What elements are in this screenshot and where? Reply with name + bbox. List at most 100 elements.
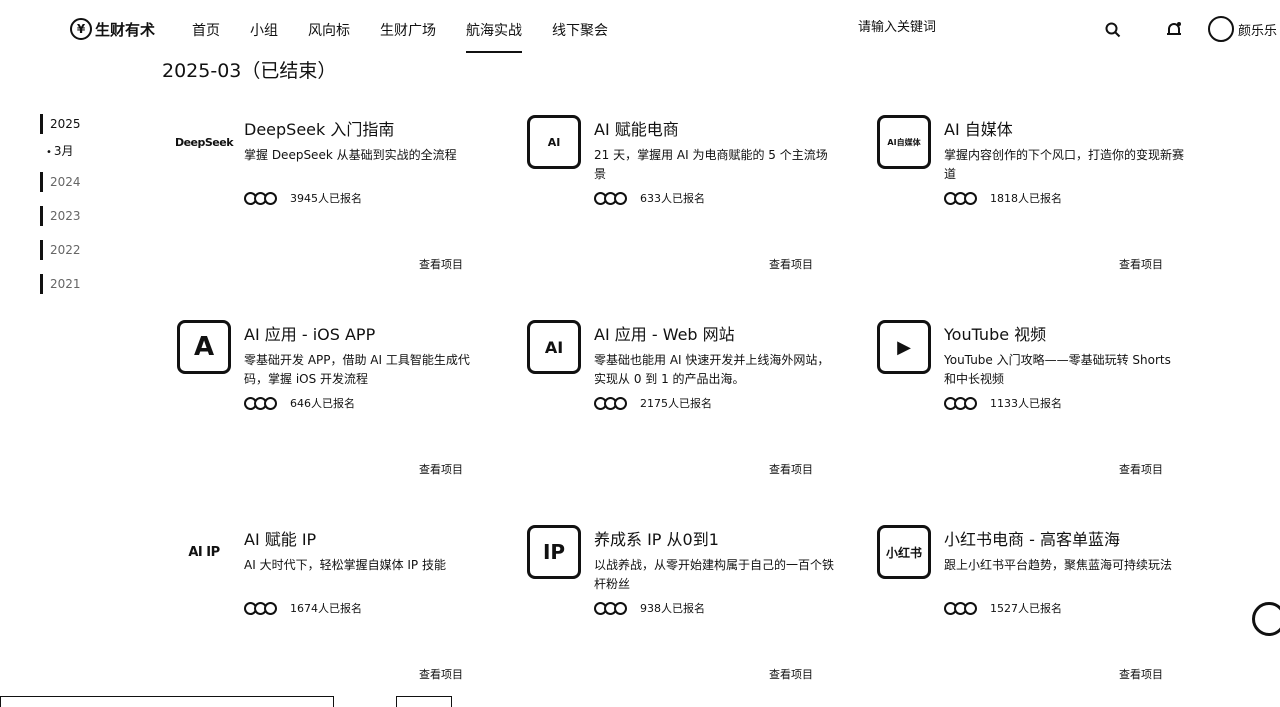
avatar-group [244,601,277,615]
signup-count: 1674人已报名 [290,602,362,615]
card-desc: YouTube 入门攻略——零基础玩转 Shorts 和中长视频 [944,353,1171,386]
view-project-link[interactable]: 查看项目 [1119,256,1163,272]
card-stats: 2175人已报名 [594,395,712,411]
project-card[interactable]: AI IP AI 赋能 IP AI 大时代下，轻松掌握自媒体 IP 技能 167… [170,518,470,688]
view-project-link[interactable]: 查看项目 [769,666,813,682]
bell-icon[interactable] [1163,19,1185,41]
avatar-group [594,601,627,615]
avatar-group [244,191,277,205]
card-title: 养成系 IP 从0到1 [594,530,719,549]
avatar-group [594,191,627,205]
taskbar-item[interactable] [396,696,452,707]
view-project-link[interactable]: 查看项目 [1119,666,1163,682]
view-project-link[interactable]: 查看项目 [769,461,813,477]
nav-link-home[interactable]: 首页 [192,20,220,40]
year-item-2023[interactable]: 2023 [40,206,120,226]
taskbar-item[interactable] [0,696,334,707]
project-card[interactable]: 小红书 小红书电商 - 高客单蓝海 跟上小红书平台趋势，聚焦蓝海可持续玩法 15… [870,518,1172,688]
nav-link-meetup[interactable]: 线下聚会 [552,20,608,40]
top-nav: ¥ 生财有术 首页 小组 风向标 生财广场 航海实战 线下聚会 颜乐乐 [0,0,1280,60]
year-sidebar: 2025 3月 2024 2023 2022 2021 [40,114,120,308]
avatar-group [244,396,277,410]
user-menu[interactable]: 颜乐乐 [1208,16,1277,42]
page-title: 2025-03（已结束） [162,60,337,82]
card-stats: 1818人已报名 [944,190,1062,206]
logo[interactable]: ¥ 生财有术 [70,18,155,40]
view-project-link[interactable]: 查看项目 [419,461,463,477]
card-stats: 646人已报名 [244,395,355,411]
xiaohongshu-icon: 小红书 [876,524,932,580]
app-store-icon: A [176,319,232,375]
search-icon[interactable] [1102,19,1124,41]
signup-count: 3945人已报名 [290,192,362,205]
card-stats: 633人已报名 [594,190,705,206]
project-card[interactable]: AI AI 赋能电商 21 天，掌握用 AI 为电商赋能的 5 个主流场景 63… [520,108,828,278]
card-desc: 跟上小红书平台趋势，聚焦蓝海可持续玩法 [944,558,1173,572]
card-desc: 零基础开发 APP，借助 AI 工具智能生成代码，掌握 iOS 开发流程 [244,353,470,386]
card-desc: 以战养战，从零开始建构属于自己的一百个铁杆粉丝 [594,558,835,591]
view-project-link[interactable]: 查看项目 [419,666,463,682]
avatar-group [944,601,977,615]
signup-count: 2175人已报名 [640,397,712,410]
card-desc: 掌握 DeepSeek 从基础到实战的全流程 [244,148,457,162]
user-name: 颜乐乐 [1238,23,1278,39]
nav-link-voyage[interactable]: 航海实战 [466,20,522,53]
ip-icon: IP [526,524,582,580]
card-title: AI 赋能电商 [594,120,679,139]
card-title: AI 应用 - Web 网站 [594,325,735,344]
avatar-group [944,396,977,410]
avatar-group [594,396,627,410]
deepseek-logo-icon: DeepSeek [174,135,234,149]
card-stats: 1527人已报名 [944,600,1062,616]
card-desc: 掌握内容创作的下个风口，打造你的变现新赛道 [944,148,1185,181]
year-item-2024[interactable]: 2024 [40,172,120,192]
card-desc: 零基础也能用 AI 快速开发并上线海外网站，实现从 0 到 1 的产品出海。 [594,353,830,386]
month-item-3[interactable]: 3月 [40,142,120,160]
view-project-link[interactable]: 查看项目 [1119,461,1163,477]
signup-count: 1133人已报名 [990,397,1062,410]
signup-count: 1818人已报名 [990,192,1062,205]
view-project-link[interactable]: 查看项目 [769,256,813,272]
avatar [1208,16,1234,42]
project-card[interactable]: A AI 应用 - iOS APP 零基础开发 APP，借助 AI 工具智能生成… [170,313,470,483]
signup-count: 1527人已报名 [990,602,1062,615]
card-title: DeepSeek 入门指南 [244,120,395,139]
logo-text: 生财有术 [95,20,156,39]
card-title: AI 自媒体 [944,120,1013,139]
view-project-link[interactable]: 查看项目 [419,256,463,272]
card-title: AI 应用 - iOS APP [244,325,376,344]
nav-link-groups[interactable]: 小组 [250,20,278,40]
card-stats: 1133人已报名 [944,395,1062,411]
ai-ip-icon: AI IP [188,544,220,560]
web-icon: AI [526,319,582,375]
card-desc: 21 天，掌握用 AI 为电商赋能的 5 个主流场景 [594,148,828,181]
card-desc: AI 大时代下，轻松掌握自媒体 IP 技能 [244,558,446,572]
nav-link-trends[interactable]: 风向标 [308,20,350,40]
taskbar [0,694,1280,707]
logo-icon: ¥ [70,18,92,40]
project-card[interactable]: IP 养成系 IP 从0到1 以战养战，从零开始建构属于自己的一百个铁杆粉丝 9… [520,518,834,688]
floating-action-button[interactable] [1252,602,1280,636]
year-item-2025[interactable]: 2025 [40,114,120,134]
year-item-2021[interactable]: 2021 [40,274,120,294]
signup-count: 938人已报名 [640,602,705,615]
card-title: 小红书电商 - 高客单蓝海 [944,530,1120,549]
signup-count: 633人已报名 [640,192,705,205]
nav-link-plaza[interactable]: 生财广场 [380,20,436,40]
project-card[interactable]: DeepSeek DeepSeek 入门指南 掌握 DeepSeek 从基础到实… [170,108,470,278]
year-item-2022[interactable]: 2022 [40,240,120,260]
project-card[interactable]: AI AI 应用 - Web 网站 零基础也能用 AI 快速开发并上线海外网站，… [520,313,829,483]
card-stats: 938人已报名 [594,600,705,616]
youtube-icon: ▶ [876,319,932,375]
search-input[interactable] [858,20,1098,35]
shopping-bag-icon: AI [526,114,582,170]
card-stats: 3945人已报名 [244,190,362,206]
nav-links: 首页 小组 风向标 生财广场 航海实战 线下聚会 [192,20,638,53]
media-icon: AI自媒体 [876,114,932,170]
card-title: AI 赋能 IP [244,530,317,549]
project-card[interactable]: ▶ YouTube 视频 YouTube 入门攻略——零基础玩转 Shorts … [870,313,1171,483]
card-stats: 1674人已报名 [244,600,362,616]
project-card[interactable]: AI自媒体 AI 自媒体 掌握内容创作的下个风口，打造你的变现新赛道 1818人… [870,108,1184,278]
signup-count: 646人已报名 [290,397,355,410]
avatar-group [944,191,977,205]
